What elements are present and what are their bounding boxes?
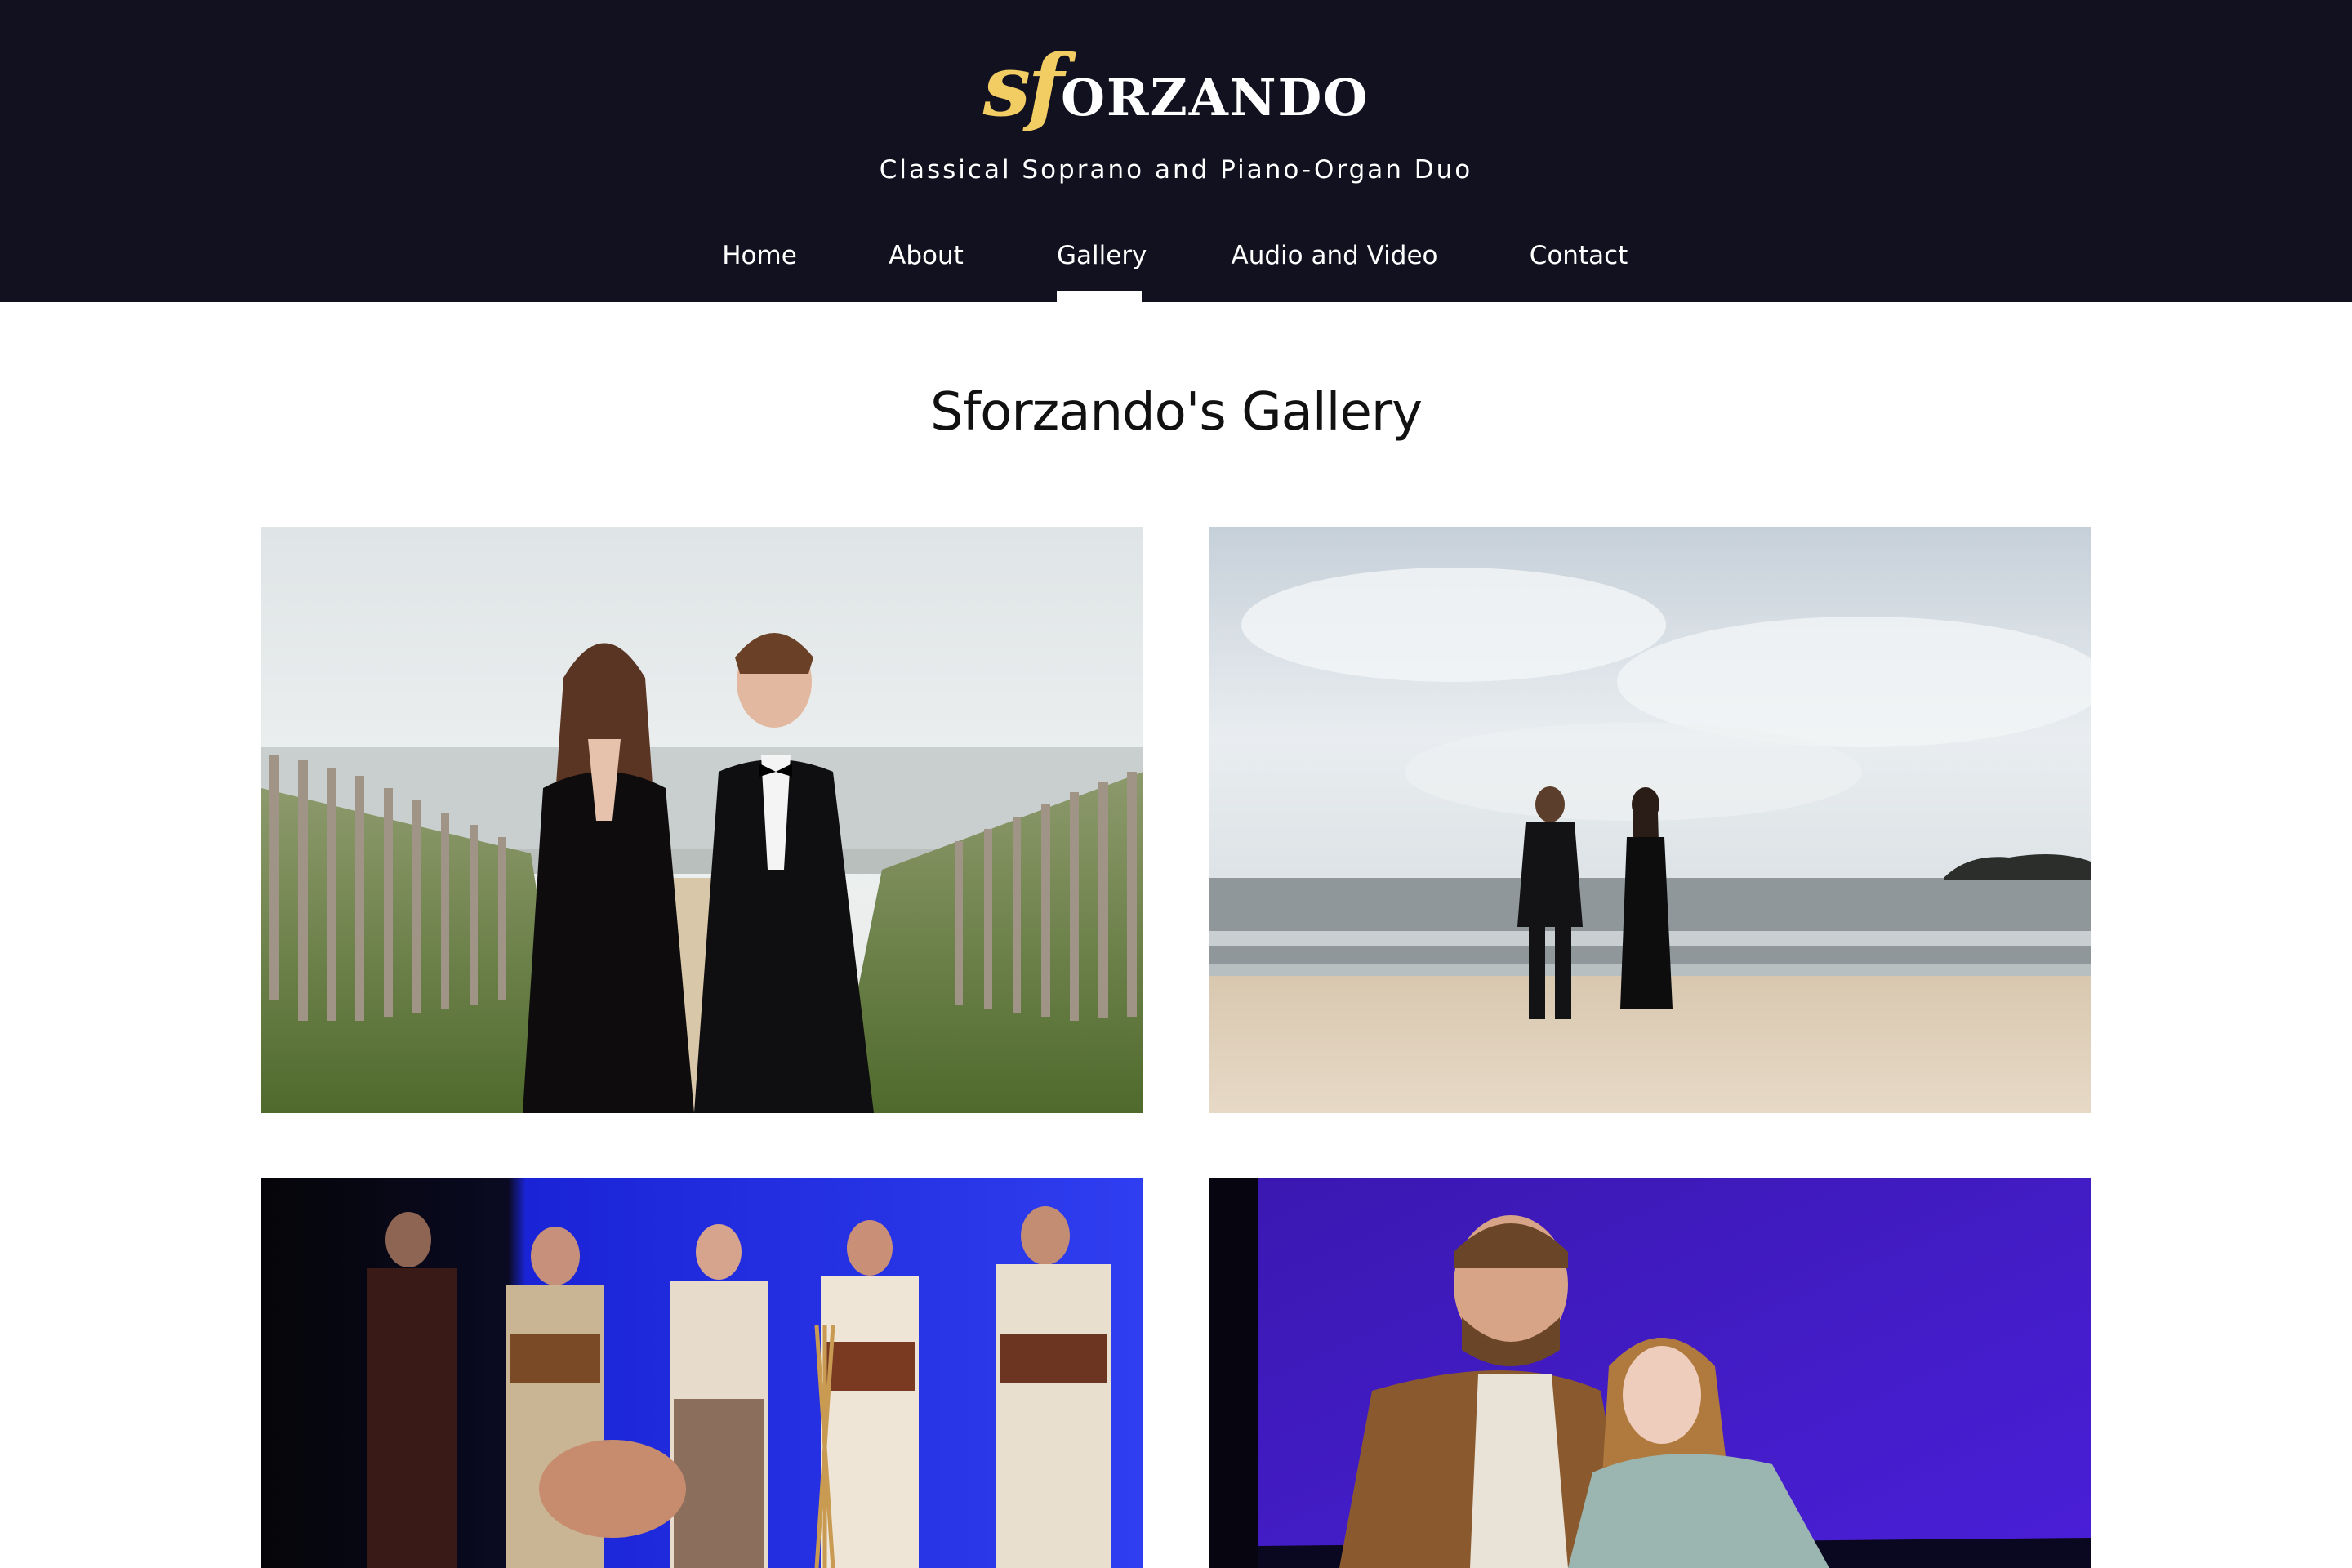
nav-contact[interactable]: Contact: [1521, 231, 1637, 302]
gallery-photo-duo-portrait[interactable]: [261, 527, 1143, 1113]
nav-gallery[interactable]: Gallery: [1057, 231, 1147, 302]
page-title: Sforzando's Gallery: [930, 382, 1423, 443]
site-header: sfORZANDO Classical Soprano and Piano-Or…: [0, 0, 2352, 302]
gallery-photo-stage-couple[interactable]: [1209, 1178, 2091, 1568]
logo-wordmark: ORZANDO: [1060, 68, 1370, 127]
gallery-photo-stage-chorus[interactable]: [261, 1178, 1143, 1568]
logo-sf-mark: sf: [982, 35, 1064, 136]
nav-home[interactable]: Home: [710, 231, 808, 302]
photo-stage-couple-image: [1209, 1178, 2091, 1568]
nav-about[interactable]: About: [880, 231, 972, 302]
nav-audio-and-video[interactable]: Audio and Video: [1220, 231, 1449, 302]
photo-duo-beach-image: [1209, 527, 2091, 1113]
main-nav: Home About Gallery Audio and Video Conta…: [0, 231, 2352, 302]
gallery-photo-duo-beach[interactable]: [1209, 527, 2091, 1113]
photo-duo-portrait-image: [261, 527, 1143, 1113]
site-logo[interactable]: sfORZANDO: [0, 41, 2352, 156]
photo-stage-chorus-image: [261, 1178, 1143, 1568]
site-tagline: Classical Soprano and Piano-Organ Duo: [879, 155, 1473, 185]
